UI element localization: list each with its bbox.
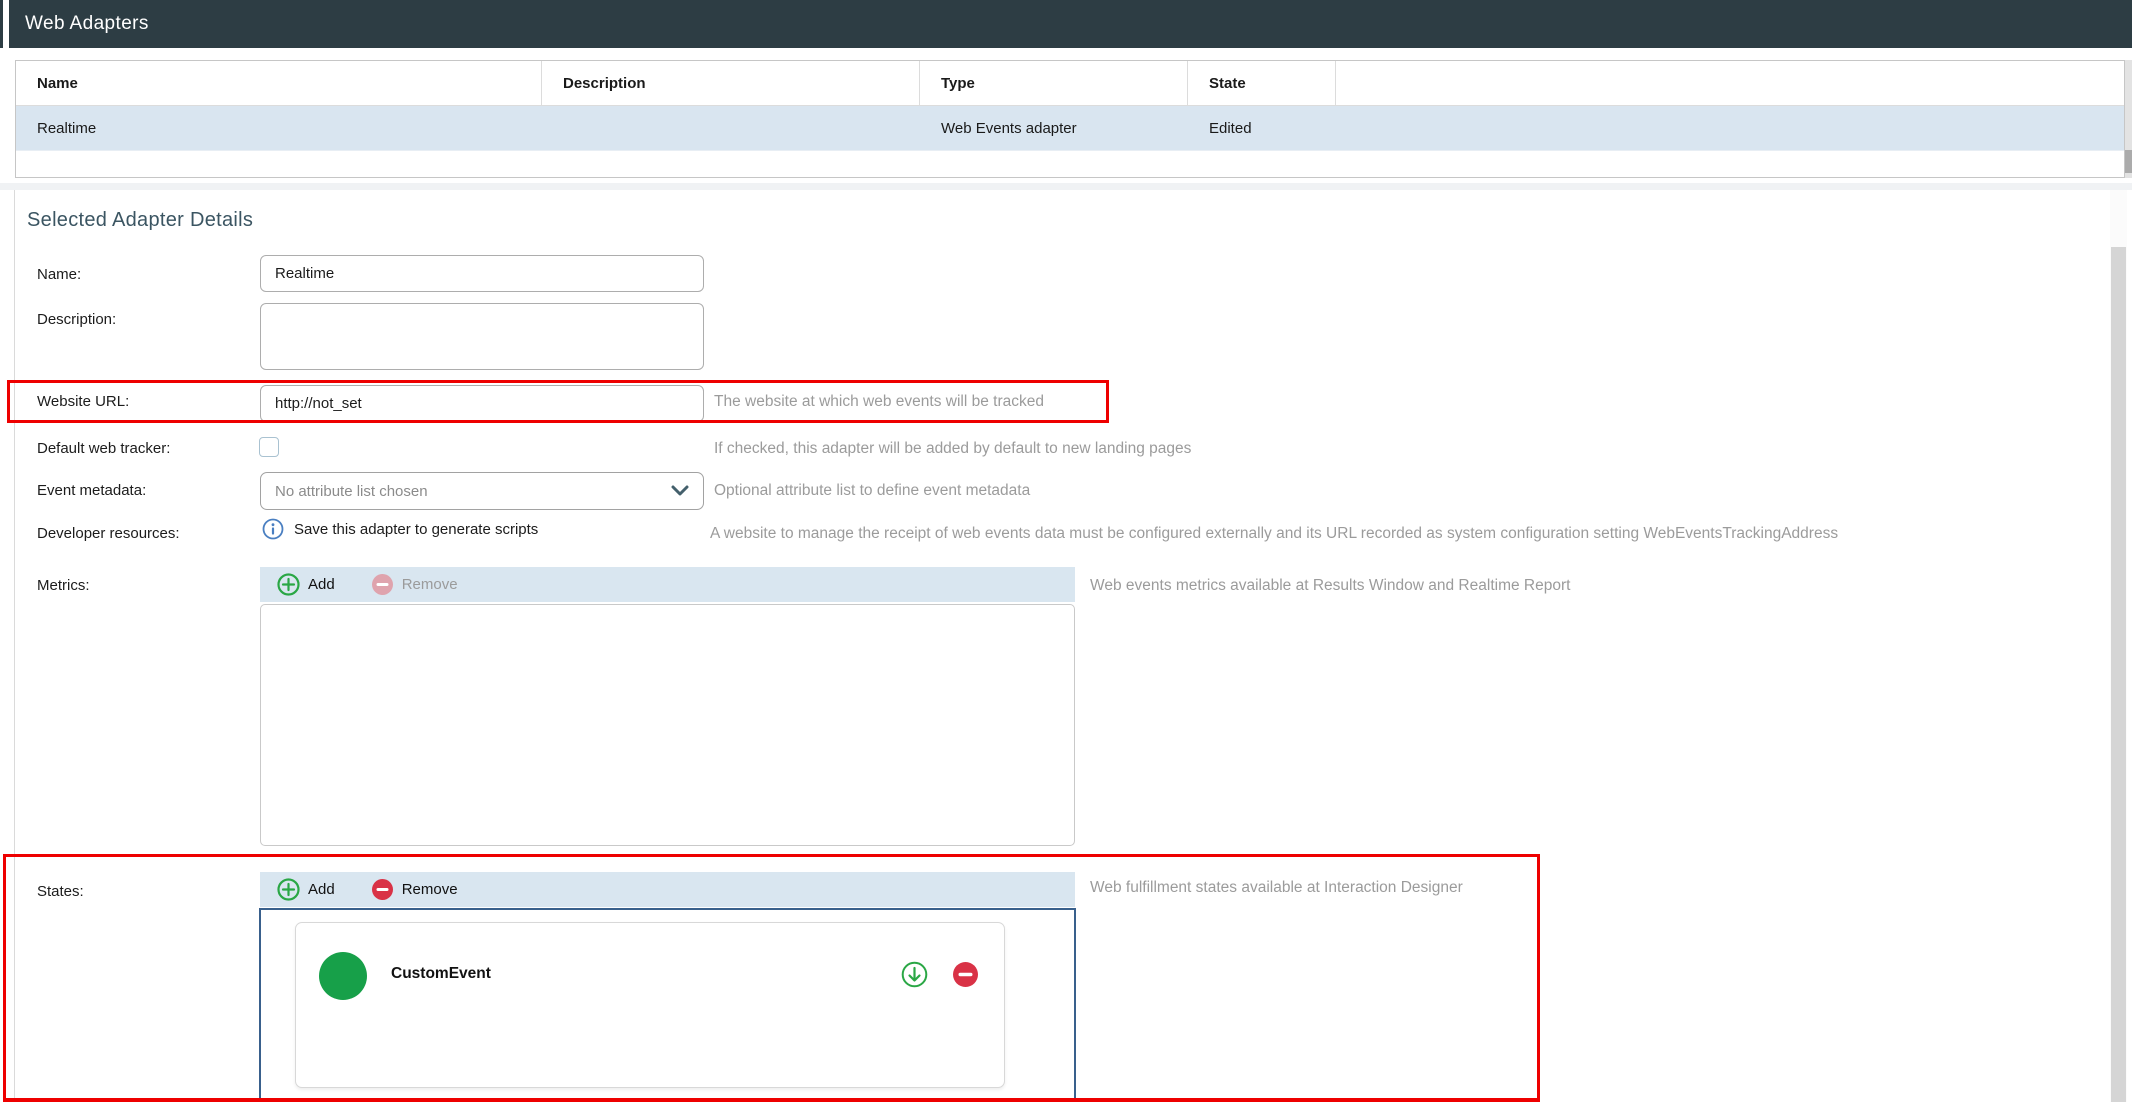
column-header-type[interactable]: Type (920, 61, 1188, 105)
event-metadata-label: Event metadata: (37, 482, 146, 499)
header-notch (3, 0, 9, 48)
states-label: States: (37, 883, 84, 900)
states-add-label: Add (308, 881, 335, 898)
states-toolbar: Add Remove (260, 872, 1075, 907)
column-header-name[interactable]: Name (16, 61, 542, 105)
metrics-toolbar: Add Remove (260, 567, 1075, 602)
metrics-add-button[interactable]: Add (277, 573, 335, 596)
developer-resources-text: Save this adapter to generate scripts (294, 521, 538, 538)
page-header: Web Adapters (0, 0, 2132, 48)
column-header-description[interactable]: Description (542, 61, 920, 105)
developer-resources-hint: A website to manage the receipt of web e… (710, 525, 1838, 543)
default-web-tracker-hint: If checked, this adapter will be added b… (714, 440, 1191, 458)
developer-resources-label: Developer resources: (37, 525, 180, 542)
developer-resources-row: Save this adapter to generate scripts (262, 518, 538, 540)
description-input[interactable] (260, 303, 704, 370)
delete-state-icon[interactable] (952, 961, 979, 988)
web-adapters-screen: Web Adapters Name Description Type State… (0, 0, 2132, 1102)
default-web-tracker-checkbox[interactable] (259, 437, 279, 457)
table-scrollbar[interactable] (2125, 60, 2132, 178)
states-list[interactable]: CustomEvent (259, 908, 1076, 1102)
metrics-remove-label: Remove (402, 576, 458, 593)
name-label: Name: (37, 266, 81, 283)
metrics-add-label: Add (308, 576, 335, 593)
event-metadata-select[interactable]: No attribute list chosen (260, 472, 704, 510)
main-scrollbar[interactable] (2110, 190, 2127, 1102)
table-scrollbar-thumb[interactable] (2125, 150, 2132, 173)
info-icon (262, 518, 284, 540)
states-remove-label: Remove (402, 881, 458, 898)
state-status-dot (319, 952, 367, 1000)
states-hint: Web fulfillment states available at Inte… (1090, 879, 1463, 897)
panel-separator (0, 183, 2132, 190)
states-remove-button[interactable]: Remove (371, 878, 458, 901)
state-item-name: CustomEvent (391, 965, 491, 983)
event-metadata-hint: Optional attribute list to define event … (714, 482, 1030, 500)
cell-state[interactable]: Edited (1188, 106, 1336, 150)
page-title: Web Adapters (25, 13, 149, 35)
move-down-icon[interactable] (901, 961, 928, 988)
metrics-hint: Web events metrics available at Results … (1090, 577, 1570, 595)
remove-icon (371, 878, 394, 901)
chevron-down-icon (671, 485, 689, 497)
column-header-spacer (1336, 61, 2124, 105)
description-label: Description: (37, 311, 116, 328)
metrics-list[interactable] (260, 604, 1075, 846)
states-add-button[interactable]: Add (277, 878, 335, 901)
metrics-label: Metrics: (37, 577, 90, 594)
main-scrollbar-thumb[interactable] (2111, 247, 2126, 1102)
add-icon (277, 878, 300, 901)
website-url-input[interactable] (260, 385, 704, 422)
website-url-label: Website URL: (37, 393, 129, 410)
column-header-state[interactable]: State (1188, 61, 1336, 105)
table-row[interactable]: Realtime Web Events adapter Edited (16, 106, 2124, 151)
adapters-table: Name Description Type State Realtime Web… (15, 60, 2125, 178)
cell-description[interactable] (542, 106, 920, 150)
remove-icon-disabled (371, 573, 394, 596)
website-url-hint: The website at which web events will be … (714, 393, 1044, 411)
name-input[interactable] (260, 255, 704, 292)
cell-spacer (1336, 106, 2124, 150)
event-metadata-selected-value: No attribute list chosen (275, 483, 671, 500)
cell-name[interactable]: Realtime (16, 106, 542, 150)
panel-left-border (14, 190, 15, 1102)
cell-type[interactable]: Web Events adapter (920, 106, 1188, 150)
table-header-row: Name Description Type State (16, 61, 2124, 106)
state-item-actions (901, 961, 979, 988)
default-web-tracker-label: Default web tracker: (37, 440, 170, 457)
state-list-item[interactable]: CustomEvent (295, 922, 1005, 1088)
add-icon (277, 573, 300, 596)
metrics-remove-button[interactable]: Remove (371, 573, 458, 596)
section-heading: Selected Adapter Details (27, 209, 253, 232)
